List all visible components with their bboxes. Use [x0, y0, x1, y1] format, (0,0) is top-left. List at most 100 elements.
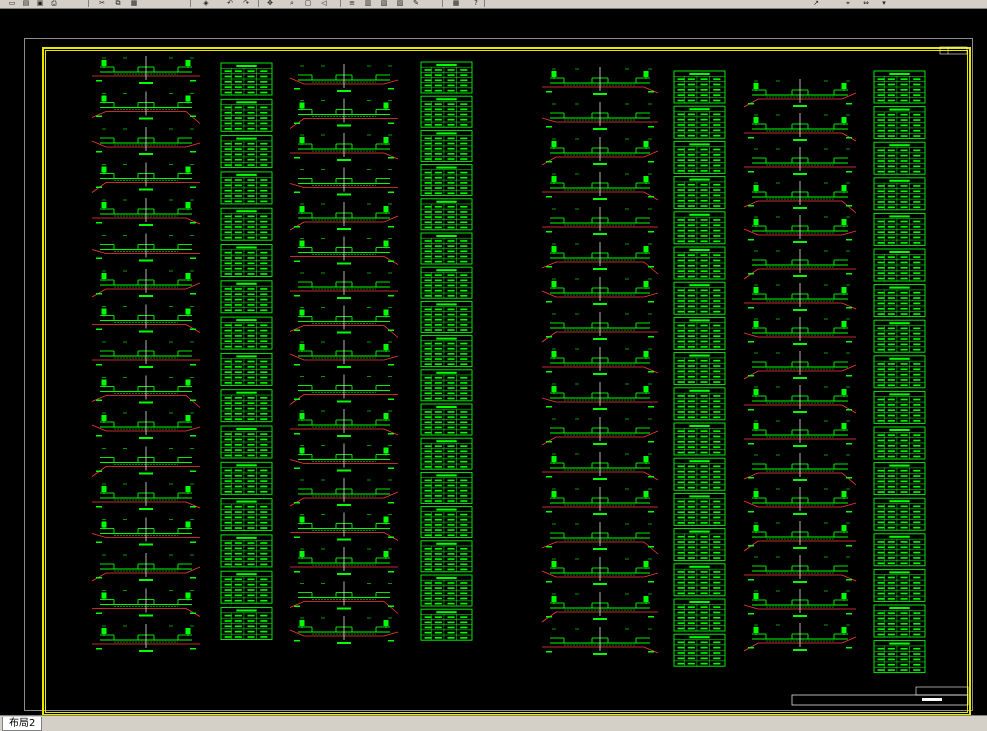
elevation-mark: [846, 341, 852, 343]
table-cell-mark: [247, 516, 255, 519]
help-icon[interactable]: ?: [470, 0, 482, 7]
redo-icon[interactable]: ↷: [240, 0, 252, 7]
table-cell-mark: [260, 511, 268, 513]
markup-icon[interactable]: ✎: [410, 0, 422, 7]
cross-section: [91, 233, 200, 262]
dropdown-icon[interactable]: ▾: [878, 0, 890, 7]
table-cell-mark: [913, 99, 921, 102]
table-cell-mark: [224, 329, 232, 332]
table-cell-mark: [460, 500, 468, 502]
table-cell-mark: [913, 307, 921, 310]
toolbar-separator: [340, 0, 341, 7]
layout-tab-active[interactable]: 布局2: [2, 717, 43, 731]
table-cell-mark: [260, 220, 268, 223]
table-cell-mark: [224, 86, 232, 88]
tree-symbol: [753, 321, 759, 327]
table-cell-mark: [460, 597, 468, 600]
paste-icon[interactable]: ▦: [128, 0, 140, 7]
calc-icon[interactable]: ▦: [450, 0, 462, 7]
table-cell-mark: [424, 489, 432, 492]
tree-symbol: [299, 309, 305, 316]
print-icon[interactable]: ⎙: [48, 0, 60, 7]
sheet-set-icon[interactable]: ▨: [394, 0, 406, 7]
table-cell-mark: [877, 307, 885, 310]
table-cell-mark: [460, 118, 468, 121]
table-cell-mark: [447, 342, 455, 345]
table-cell-mark: [877, 658, 885, 661]
ortho-icon[interactable]: ⇔: [860, 0, 872, 7]
table-cell-mark: [900, 170, 908, 173]
copy-icon[interactable]: ⧉: [112, 0, 124, 7]
table-cell-mark: [434, 421, 442, 424]
table-cell-mark: [687, 516, 695, 519]
elevation-mark: [748, 477, 754, 479]
tree-symbol: [643, 281, 649, 287]
table-cell-mark: [460, 558, 468, 560]
table-cell-mark: [434, 387, 442, 389]
table-cell-mark: [913, 129, 921, 132]
table-cell-mark: [713, 300, 721, 302]
table-cell-mark: [687, 581, 695, 584]
table-cell-mark: [260, 195, 268, 197]
quantity-table: [873, 568, 926, 602]
table-cell-mark: [913, 220, 921, 223]
table-cell-mark: [424, 587, 432, 589]
pan-icon[interactable]: ✥: [264, 0, 276, 7]
table-cell-mark: [224, 226, 232, 228]
zoom-icon[interactable]: ⌕: [286, 0, 298, 7]
table-cell-mark: [224, 158, 232, 161]
undo-icon[interactable]: ↶: [224, 0, 236, 7]
table-header-mark: [889, 607, 910, 609]
quantity-table: [420, 437, 473, 470]
table-cell-mark: [260, 563, 268, 566]
table-cell-mark: [677, 229, 685, 232]
table-cell-mark: [260, 273, 268, 275]
table-cell-mark: [900, 623, 908, 625]
table-cell-mark: [460, 211, 468, 213]
table-header-mark: [689, 565, 710, 568]
open-icon[interactable]: ▤: [20, 0, 32, 7]
table-cell-mark: [687, 546, 695, 549]
table-cell-mark: [234, 236, 242, 239]
cross-section: [289, 305, 399, 338]
table-cell-mark: [247, 469, 255, 472]
design-center-icon[interactable]: ▥: [362, 0, 374, 7]
elevation-mark: [648, 581, 654, 583]
table-cell-mark: [887, 617, 895, 620]
table-cell-mark: [224, 298, 232, 301]
tree-symbol: [753, 491, 759, 497]
table-cell-mark: [460, 89, 468, 92]
table-cell-mark: [247, 117, 255, 119]
table-cell-mark: [700, 646, 708, 649]
table-header-mark: [436, 611, 457, 614]
zoom-window-icon[interactable]: ▢: [302, 0, 314, 7]
table-cell-mark: [224, 521, 232, 524]
table-header-mark: [436, 200, 457, 203]
zoom-previous-icon[interactable]: ◁: [318, 0, 330, 7]
table-cell-mark: [424, 171, 432, 174]
pointer-icon[interactable]: ↗: [810, 0, 822, 7]
tree-symbol: [841, 185, 847, 191]
properties-icon[interactable]: ≡: [346, 0, 358, 7]
table-cell-mark: [700, 627, 708, 630]
table-cell-mark: [460, 553, 468, 555]
save-icon[interactable]: ▣: [34, 0, 46, 7]
table-cell-mark: [234, 474, 242, 477]
tool-palette-icon[interactable]: ▧: [378, 0, 390, 7]
table-cell-mark: [913, 420, 921, 422]
match-icon[interactable]: ◈: [200, 0, 212, 7]
cut-icon[interactable]: ✂: [96, 0, 108, 7]
station-label-mark: [337, 504, 351, 506]
new-icon[interactable]: ▭: [6, 0, 18, 7]
table-cell-mark: [260, 542, 268, 544]
snap-icon[interactable]: ⌖: [842, 0, 854, 7]
table-cell-mark: [713, 657, 721, 660]
drawing-canvas[interactable]: [0, 9, 987, 715]
table-cell-mark: [260, 164, 268, 166]
cross-section: [744, 147, 856, 175]
table-cell-mark: [224, 433, 232, 435]
elevation-mark: [190, 470, 196, 472]
station-label-mark: [139, 543, 153, 546]
table-cell-mark: [424, 124, 432, 126]
table-cell-mark: [234, 309, 242, 312]
